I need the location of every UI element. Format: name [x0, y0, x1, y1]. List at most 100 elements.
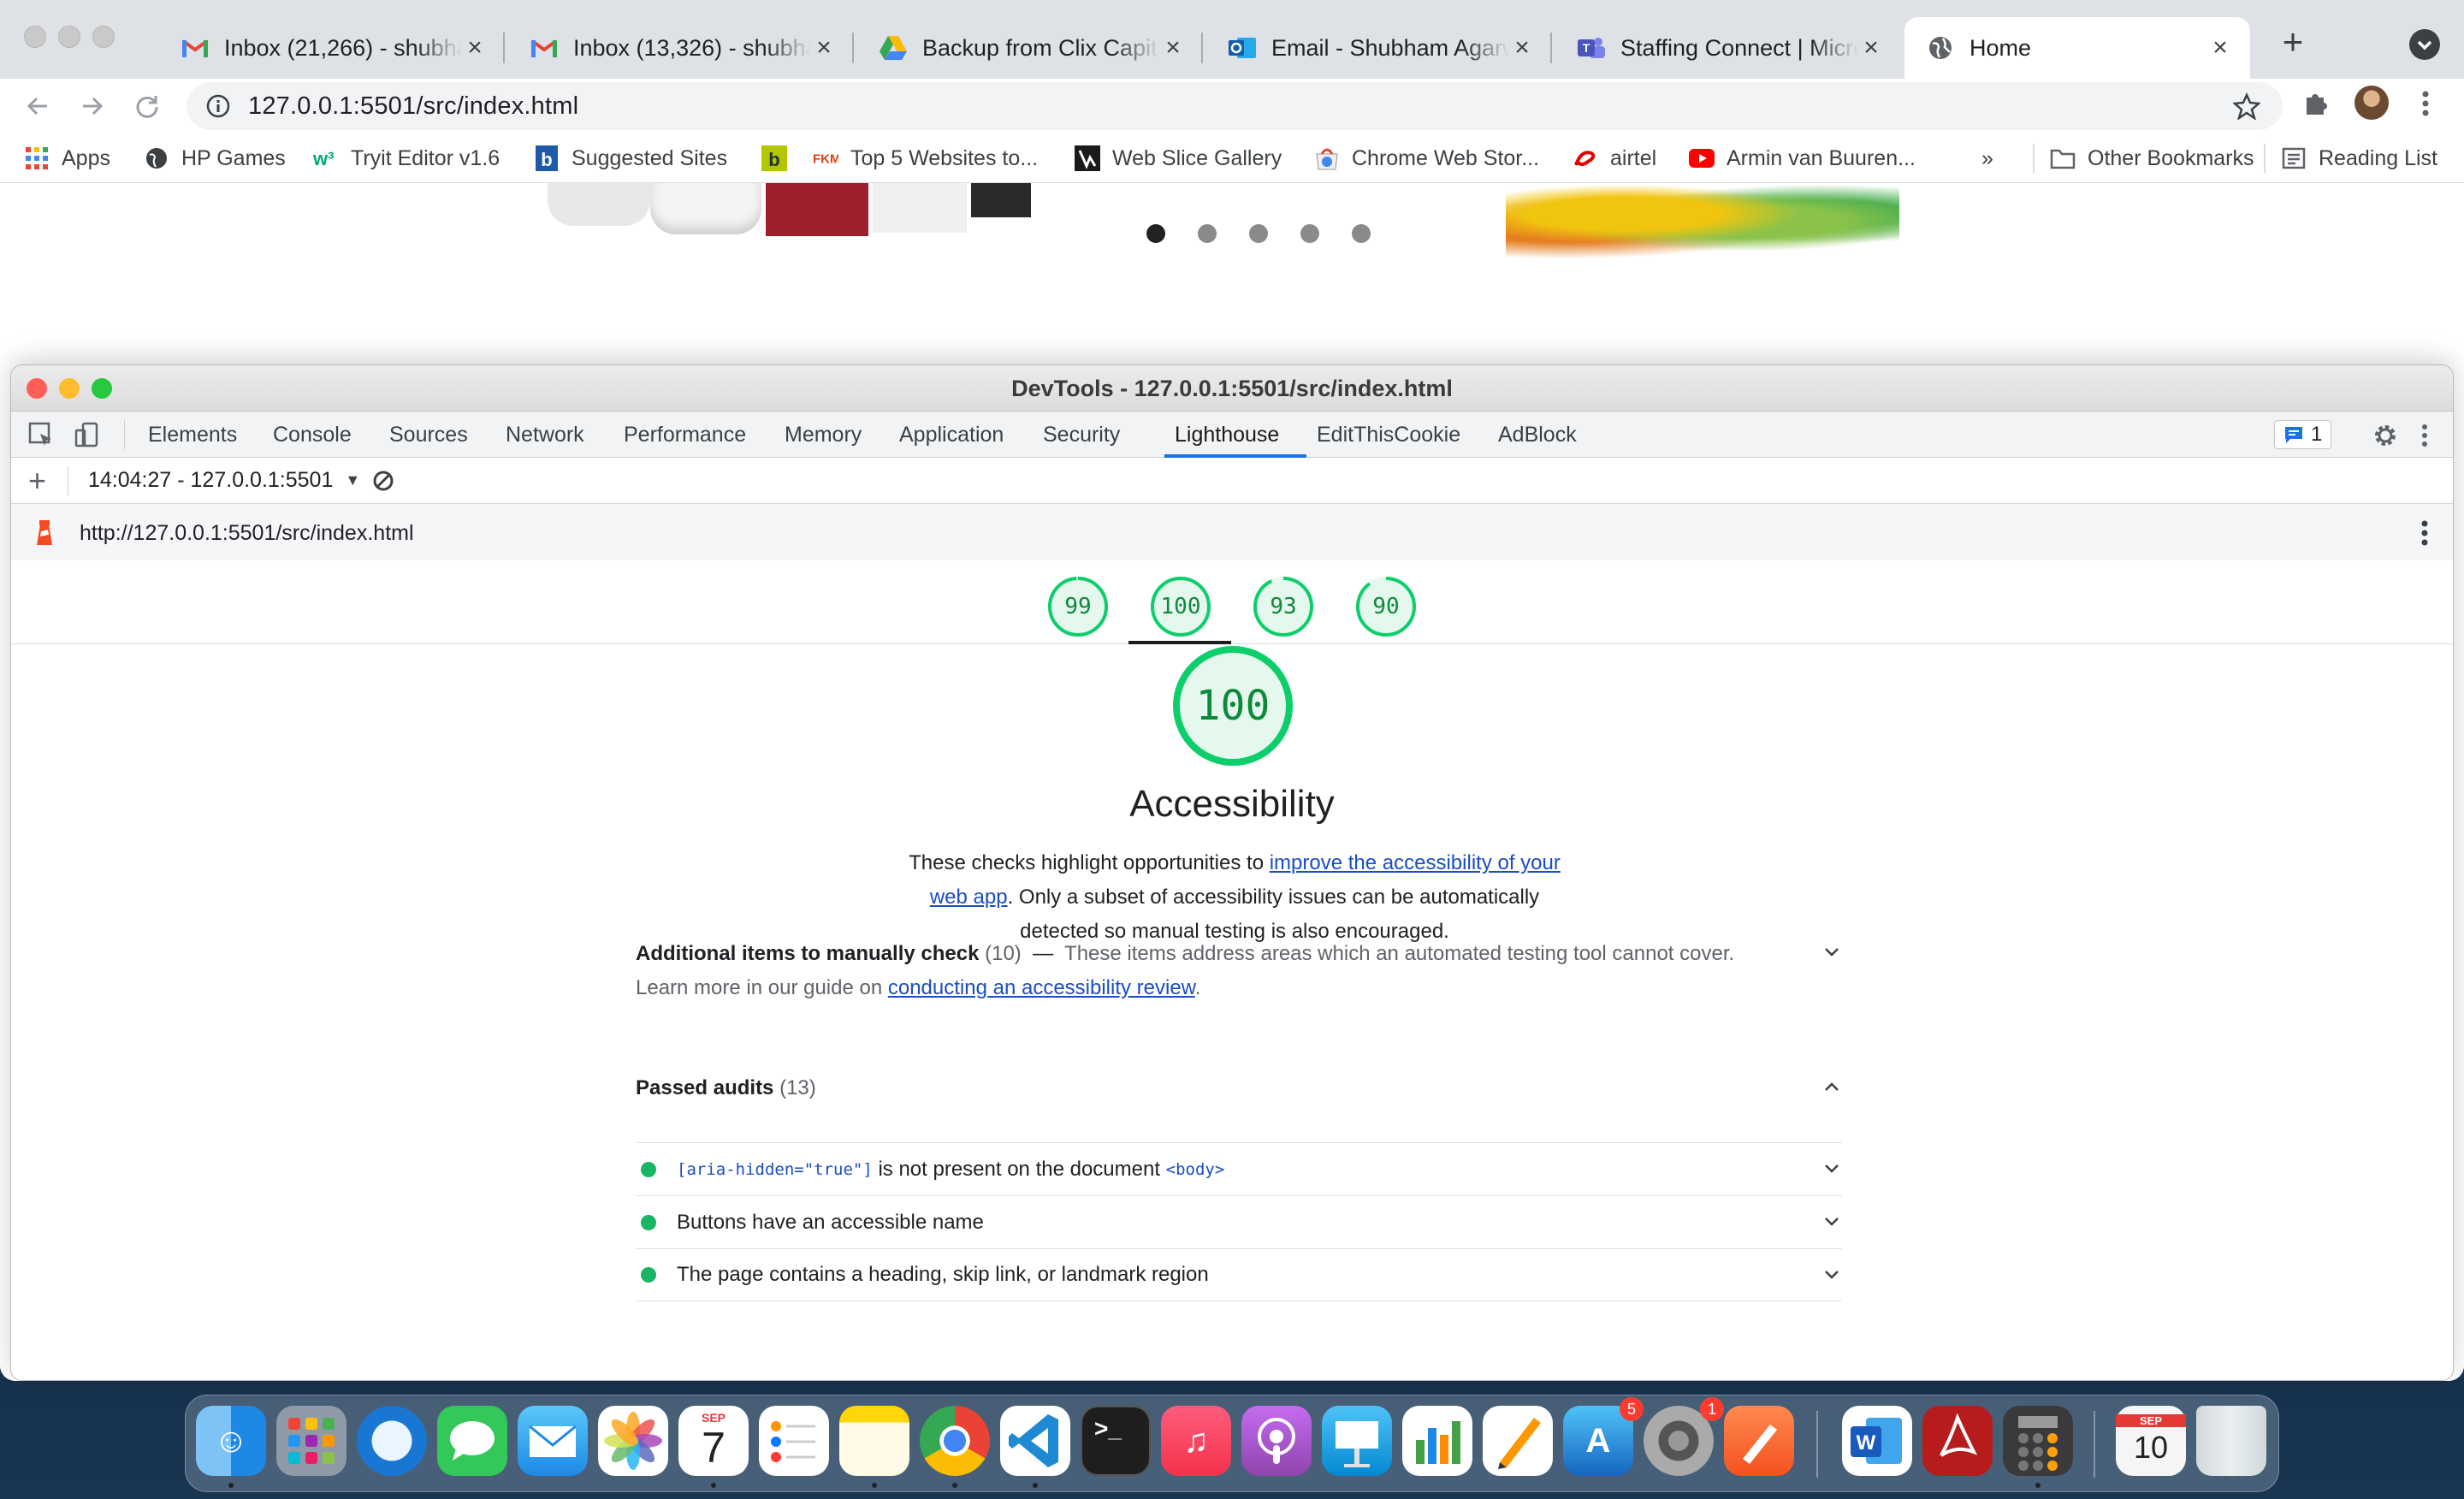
audit-row[interactable]: Buttons have an accessible name — [636, 1195, 1842, 1248]
chrome-menu-kebab-icon[interactable] — [2421, 89, 2430, 118]
devtools-menu-kebab-icon[interactable] — [2420, 423, 2429, 448]
tab-close-icon[interactable]: × — [462, 33, 488, 62]
podcasts-icon[interactable] — [1241, 1406, 1312, 1476]
new-tab-button[interactable]: + — [2276, 24, 2310, 60]
bookmark-star-icon[interactable] — [2233, 92, 2260, 120]
issues-badge[interactable]: 1 — [2274, 420, 2332, 449]
launchpad-icon[interactable] — [276, 1406, 346, 1476]
tab-console[interactable]: Console — [273, 412, 352, 458]
browser-tab[interactable]: T Staffing Connect | Microsoft × — [1555, 17, 1901, 79]
reading-list[interactable]: Reading List — [2264, 144, 2437, 173]
bookmark-tryit-editor[interactable]: w³ Tryit Editor v1.6 — [313, 144, 500, 173]
score-gauge-accessibility[interactable]: 100 — [1150, 576, 1211, 637]
forward-arrow-icon[interactable] — [75, 89, 110, 123]
music-icon[interactable]: ♫ — [1161, 1406, 1231, 1476]
report-select-dropdown[interactable]: 14:04:27 - 127.0.0.1:5501 ▼ — [88, 468, 360, 493]
profile-avatar[interactable] — [2354, 86, 2389, 120]
tab-security[interactable]: Security — [1043, 412, 1120, 458]
chevron-down-icon[interactable] — [1821, 1212, 1842, 1232]
bookmark-hp-games[interactable]: HP Games — [144, 144, 286, 173]
carousel-dot[interactable] — [1146, 224, 1165, 243]
tab-lighthouse[interactable]: Lighthouse — [1175, 412, 1279, 458]
score-gauge-performance[interactable]: 99 — [1047, 576, 1109, 637]
device-toolbar-icon[interactable] — [74, 422, 100, 447]
browser-tab[interactable]: Backup from Clix Capital × — [857, 17, 1203, 79]
safari-icon[interactable] — [357, 1406, 427, 1476]
report-menu-kebab-icon[interactable] — [2420, 519, 2429, 547]
messages-icon[interactable] — [437, 1406, 507, 1476]
notes-icon[interactable] — [839, 1406, 909, 1476]
window-minimize-button[interactable] — [58, 26, 80, 48]
score-gauge-seo[interactable]: 90 — [1355, 576, 1417, 637]
tab-memory[interactable]: Memory — [785, 412, 862, 458]
passed-audits-header[interactable]: Passed audits (13) — [636, 1067, 1842, 1110]
reminders-icon[interactable] — [759, 1406, 829, 1476]
carousel-dot[interactable] — [1300, 224, 1319, 243]
inspect-element-icon[interactable] — [28, 422, 54, 447]
other-bookmarks[interactable]: Other Bookmarks — [2033, 144, 2254, 173]
carousel-dot[interactable] — [1198, 224, 1217, 243]
calendar-icon[interactable]: SEP 7 — [678, 1406, 749, 1476]
bookmark-top-5-websites[interactable]: FKM Top 5 Websites to... — [813, 144, 1038, 173]
numbers-icon[interactable] — [1402, 1406, 1472, 1476]
keynote-icon[interactable] — [1322, 1406, 1392, 1476]
bookmark-b[interactable]: b — [761, 144, 799, 173]
pages-icon[interactable] — [1483, 1406, 1553, 1476]
calculator-icon[interactable] — [2003, 1406, 2073, 1476]
carousel-dot[interactable] — [1249, 224, 1268, 243]
devtools-settings-gear-icon[interactable] — [2372, 423, 2398, 448]
tab-adblock[interactable]: AdBlock — [1498, 412, 1577, 458]
site-info-icon[interactable] — [205, 93, 231, 119]
tab-sources[interactable]: Sources — [389, 412, 468, 458]
tab-close-icon[interactable]: × — [1509, 33, 1535, 62]
new-report-plus-icon[interactable]: + — [28, 465, 46, 497]
manual-checks-group[interactable]: Additional items to manually check (10) … — [636, 937, 1842, 1005]
clear-reports-icon[interactable] — [372, 470, 394, 492]
address-bar[interactable]: 127.0.0.1:5501/src/index.html — [187, 82, 2283, 130]
calendar-doc-icon[interactable]: SEP 10 — [2116, 1406, 2186, 1476]
score-gauge-best-practices[interactable]: 93 — [1253, 576, 1314, 637]
photos-icon[interactable] — [598, 1406, 668, 1476]
chevron-up-icon[interactable] — [1821, 1077, 1842, 1098]
bookmark-apps[interactable]: Apps — [24, 144, 110, 173]
audit-row[interactable]: [aria-hidden="true"] is not present on t… — [636, 1142, 1842, 1195]
bookmark-web-slice-gallery[interactable]: Web Slice Gallery — [1075, 144, 1282, 173]
devtools-zoom-button[interactable] — [92, 378, 112, 399]
back-arrow-icon[interactable] — [21, 89, 55, 123]
carousel-dot[interactable] — [1352, 224, 1371, 243]
tab-editthiscookie[interactable]: EditThisCookie — [1317, 412, 1460, 458]
tab-close-icon[interactable]: × — [811, 33, 837, 62]
devtools-minimize-button[interactable] — [59, 378, 80, 399]
tab-close-icon[interactable]: × — [1858, 33, 1884, 62]
tab-application[interactable]: Application — [899, 412, 1004, 458]
bookmarks-overflow-button[interactable]: » — [1981, 144, 1993, 173]
tab-close-icon[interactable]: × — [1160, 33, 1186, 62]
chevron-down-icon[interactable] — [1821, 1265, 1842, 1285]
bookmark-airtel[interactable]: airtel — [1573, 144, 1656, 173]
devtools-close-button[interactable] — [27, 378, 47, 399]
tab-close-icon[interactable]: × — [2207, 33, 2233, 62]
finder-icon[interactable]: ☺ — [196, 1406, 266, 1476]
tab-elements[interactable]: Elements — [148, 412, 237, 458]
browser-tab-active[interactable]: Home × — [1904, 17, 2250, 79]
mail-icon[interactable] — [518, 1406, 588, 1476]
word-icon[interactable]: W — [1842, 1406, 1912, 1476]
bookmark-suggested-sites[interactable]: b Suggested Sites — [534, 144, 727, 173]
browser-tab[interactable]: Email - Shubham Agarwal × — [1206, 17, 1552, 79]
terminal-icon[interactable]: >_ — [1081, 1406, 1151, 1476]
tab-search-button[interactable] — [2409, 29, 2440, 60]
window-zoom-button[interactable] — [92, 26, 115, 48]
window-close-button[interactable] — [24, 26, 46, 48]
reload-icon[interactable] — [130, 89, 164, 123]
accessibility-review-link[interactable]: conducting an accessibility review — [888, 976, 1195, 999]
browser-tab[interactable]: Inbox (13,326) - shubham × — [508, 17, 854, 79]
browser-tab[interactable]: Inbox (21,266) - shubham × — [159, 17, 505, 79]
vscode-icon[interactable] — [1000, 1406, 1070, 1476]
bookmark-chrome-web-store[interactable]: Chrome Web Stor... — [1314, 144, 1539, 173]
tab-performance[interactable]: Performance — [624, 412, 746, 458]
bookmark-armin-van-buuren[interactable]: Armin van Buuren... — [1689, 144, 1916, 173]
extensions-puzzle-icon[interactable] — [2301, 89, 2331, 118]
sketch-pencil-icon[interactable] — [1724, 1406, 1794, 1476]
trash-icon[interactable] — [2196, 1406, 2266, 1476]
chevron-down-icon[interactable] — [1821, 1158, 1842, 1179]
